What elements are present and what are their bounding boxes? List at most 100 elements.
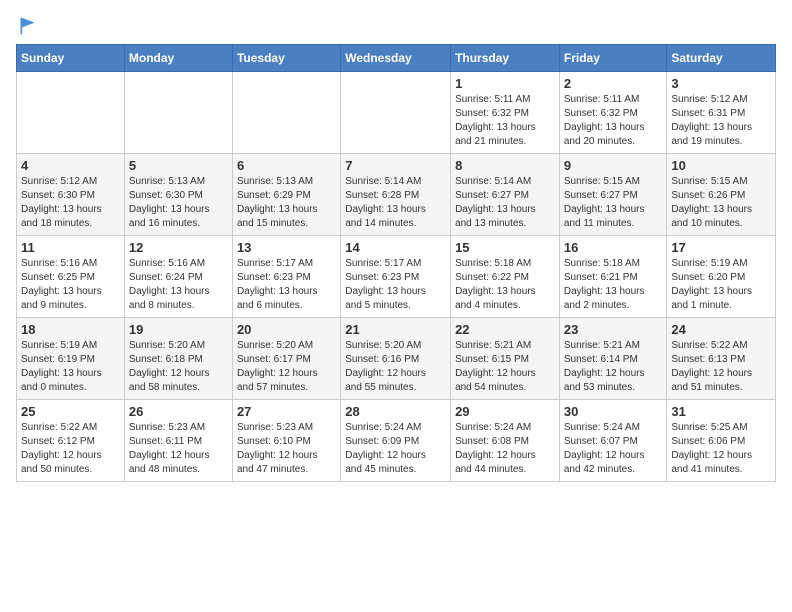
day-info: Sunrise: 5:23 AM Sunset: 6:11 PM Dayligh…	[129, 421, 228, 477]
calendar-week-4: 18 Sunrise: 5:19 AM Sunset: 6:19 PM Dayli…	[17, 318, 776, 400]
day-info: Sunrise: 5:15 AM Sunset: 6:27 PM Dayligh…	[564, 175, 663, 231]
day-info: Sunrise: 5:19 AM Sunset: 6:20 PM Dayligh…	[671, 257, 771, 313]
calendar-cell	[341, 72, 451, 154]
day-info: Sunrise: 5:15 AM Sunset: 6:26 PM Dayligh…	[671, 175, 771, 231]
day-number: 25	[21, 404, 120, 419]
column-header-monday: Monday	[124, 45, 232, 72]
day-number: 7	[345, 158, 446, 173]
day-info: Sunrise: 5:25 AM Sunset: 6:06 PM Dayligh…	[671, 421, 771, 477]
day-number: 12	[129, 240, 228, 255]
day-info: Sunrise: 5:22 AM Sunset: 6:13 PM Dayligh…	[671, 339, 771, 395]
calendar-cell: 1 Sunrise: 5:11 AM Sunset: 6:32 PM Daylig…	[451, 72, 560, 154]
calendar-cell: 17 Sunrise: 5:19 AM Sunset: 6:20 PM Dayli…	[667, 236, 776, 318]
day-info: Sunrise: 5:24 AM Sunset: 6:09 PM Dayligh…	[345, 421, 446, 477]
calendar-cell: 14 Sunrise: 5:17 AM Sunset: 6:23 PM Dayli…	[341, 236, 451, 318]
day-number: 30	[564, 404, 663, 419]
day-number: 16	[564, 240, 663, 255]
page-header	[16, 16, 776, 36]
calendar-cell: 23 Sunrise: 5:21 AM Sunset: 6:14 PM Dayli…	[559, 318, 667, 400]
calendar-cell: 29 Sunrise: 5:24 AM Sunset: 6:08 PM Dayli…	[451, 400, 560, 482]
calendar-cell: 22Sunrise: 5:21 AM Sunset: 6:15 PM Dayli…	[451, 318, 560, 400]
day-number: 20	[237, 322, 336, 337]
calendar-cell: 11 Sunrise: 5:16 AM Sunset: 6:25 PM Dayli…	[17, 236, 125, 318]
day-info: Sunrise: 5:17 AM Sunset: 6:23 PM Dayligh…	[345, 257, 446, 313]
day-number: 26	[129, 404, 228, 419]
day-info: Sunrise: 5:20 AM Sunset: 6:16 PM Dayligh…	[345, 339, 446, 395]
calendar-week-5: 25 Sunrise: 5:22 AM Sunset: 6:12 PM Dayli…	[17, 400, 776, 482]
day-number: 24	[671, 322, 771, 337]
day-info: Sunrise: 5:23 AM Sunset: 6:10 PM Dayligh…	[237, 421, 336, 477]
calendar-cell	[124, 72, 232, 154]
header-row: SundayMondayTuesdayWednesdayThursdayFrid…	[17, 45, 776, 72]
day-number: 4	[21, 158, 120, 173]
column-header-wednesday: Wednesday	[341, 45, 451, 72]
calendar-cell	[232, 72, 340, 154]
calendar-cell: 6 Sunrise: 5:13 AM Sunset: 6:29 PM Daylig…	[232, 154, 340, 236]
calendar-week-3: 11 Sunrise: 5:16 AM Sunset: 6:25 PM Dayli…	[17, 236, 776, 318]
day-info: Sunrise: 5:12 AM Sunset: 6:31 PM Dayligh…	[671, 93, 771, 149]
calendar-cell: 13 Sunrise: 5:17 AM Sunset: 6:23 PM Dayli…	[232, 236, 340, 318]
day-number: 8	[455, 158, 555, 173]
calendar-cell: 9 Sunrise: 5:15 AM Sunset: 6:27 PM Daylig…	[559, 154, 667, 236]
day-number: 22	[455, 322, 555, 337]
day-info: Sunrise: 5:11 AM Sunset: 6:32 PM Dayligh…	[455, 93, 555, 149]
day-number: 13	[237, 240, 336, 255]
calendar-cell: 28Sunrise: 5:24 AM Sunset: 6:09 PM Dayli…	[341, 400, 451, 482]
day-number: 31	[671, 404, 771, 419]
day-info: Sunrise: 5:19 AM Sunset: 6:19 PM Dayligh…	[21, 339, 120, 395]
day-number: 5	[129, 158, 228, 173]
day-info: Sunrise: 5:24 AM Sunset: 6:07 PM Dayligh…	[564, 421, 663, 477]
day-info: Sunrise: 5:20 AM Sunset: 6:18 PM Dayligh…	[129, 339, 228, 395]
column-header-sunday: Sunday	[17, 45, 125, 72]
calendar-cell: 26 Sunrise: 5:23 AM Sunset: 6:11 PM Dayli…	[124, 400, 232, 482]
day-info: Sunrise: 5:20 AM Sunset: 6:17 PM Dayligh…	[237, 339, 336, 395]
day-number: 19	[129, 322, 228, 337]
calendar-cell: 5 Sunrise: 5:13 AM Sunset: 6:30 PM Daylig…	[124, 154, 232, 236]
day-number: 17	[671, 240, 771, 255]
day-number: 14	[345, 240, 446, 255]
day-info: Sunrise: 5:13 AM Sunset: 6:30 PM Dayligh…	[129, 175, 228, 231]
day-info: Sunrise: 5:16 AM Sunset: 6:25 PM Dayligh…	[21, 257, 120, 313]
calendar-cell: 18 Sunrise: 5:19 AM Sunset: 6:19 PM Dayli…	[17, 318, 125, 400]
day-number: 1	[455, 76, 555, 91]
day-info: Sunrise: 5:12 AM Sunset: 6:30 PM Dayligh…	[21, 175, 120, 231]
day-number: 2	[564, 76, 663, 91]
column-header-tuesday: Tuesday	[232, 45, 340, 72]
calendar-cell: 27 Sunrise: 5:23 AM Sunset: 6:10 PM Dayli…	[232, 400, 340, 482]
day-info: Sunrise: 5:14 AM Sunset: 6:28 PM Dayligh…	[345, 175, 446, 231]
logo	[16, 16, 38, 36]
calendar-cell: 21 Sunrise: 5:20 AM Sunset: 6:16 PM Dayli…	[341, 318, 451, 400]
day-info: Sunrise: 5:11 AM Sunset: 6:32 PM Dayligh…	[564, 93, 663, 149]
day-number: 18	[21, 322, 120, 337]
day-info: Sunrise: 5:18 AM Sunset: 6:21 PM Dayligh…	[564, 257, 663, 313]
day-number: 23	[564, 322, 663, 337]
day-number: 9	[564, 158, 663, 173]
day-info: Sunrise: 5:22 AM Sunset: 6:12 PM Dayligh…	[21, 421, 120, 477]
day-number: 15	[455, 240, 555, 255]
day-number: 29	[455, 404, 555, 419]
calendar-cell: 16 Sunrise: 5:18 AM Sunset: 6:21 PM Dayli…	[559, 236, 667, 318]
calendar-cell: 24 Sunrise: 5:22 AM Sunset: 6:13 PM Dayli…	[667, 318, 776, 400]
day-number: 10	[671, 158, 771, 173]
calendar-cell: 4 Sunrise: 5:12 AM Sunset: 6:30 PM Daylig…	[17, 154, 125, 236]
day-info: Sunrise: 5:18 AM Sunset: 6:22 PM Dayligh…	[455, 257, 555, 313]
calendar-cell: 3 Sunrise: 5:12 AM Sunset: 6:31 PM Daylig…	[667, 72, 776, 154]
calendar-table: SundayMondayTuesdayWednesdayThursdayFrid…	[16, 44, 776, 482]
day-number: 6	[237, 158, 336, 173]
day-info: Sunrise: 5:14 AM Sunset: 6:27 PM Dayligh…	[455, 175, 555, 231]
day-info: Sunrise: 5:13 AM Sunset: 6:29 PM Dayligh…	[237, 175, 336, 231]
day-number: 27	[237, 404, 336, 419]
day-info: Sunrise: 5:21 AM Sunset: 6:14 PM Dayligh…	[564, 339, 663, 395]
logo-flag-icon	[18, 16, 38, 36]
calendar-cell: 25 Sunrise: 5:22 AM Sunset: 6:12 PM Dayli…	[17, 400, 125, 482]
calendar-week-1: 1 Sunrise: 5:11 AM Sunset: 6:32 PM Daylig…	[17, 72, 776, 154]
day-number: 11	[21, 240, 120, 255]
calendar-cell: 30 Sunrise: 5:24 AM Sunset: 6:07 PM Dayli…	[559, 400, 667, 482]
calendar-cell: 15 Sunrise: 5:18 AM Sunset: 6:22 PM Dayli…	[451, 236, 560, 318]
day-number: 3	[671, 76, 771, 91]
day-info: Sunrise: 5:24 AM Sunset: 6:08 PM Dayligh…	[455, 421, 555, 477]
day-number: 21	[345, 322, 446, 337]
calendar-cell: 7 Sunrise: 5:14 AM Sunset: 6:28 PM Daylig…	[341, 154, 451, 236]
calendar-cell	[17, 72, 125, 154]
day-info: Sunrise: 5:17 AM Sunset: 6:23 PM Dayligh…	[237, 257, 336, 313]
